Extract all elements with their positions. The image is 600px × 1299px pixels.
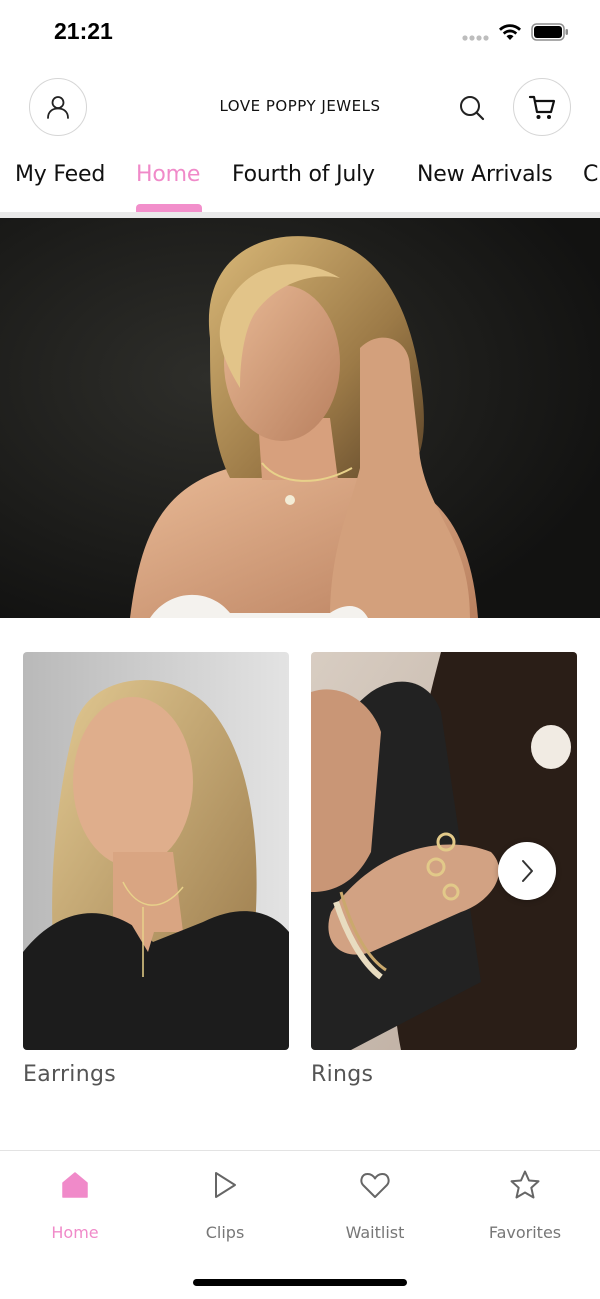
nav-label-home: Home <box>51 1223 99 1242</box>
bottom-navigation: Home Clips Waitlist Favorites <box>0 1150 600 1299</box>
category-tabs: My Feed Home Fourth of July New Arrivals… <box>0 158 600 214</box>
star-icon <box>510 1170 540 1199</box>
nav-label-waitlist: Waitlist <box>345 1223 405 1242</box>
status-bar: 21:21 <box>0 0 600 64</box>
category-card-earrings[interactable]: Earrings <box>23 652 289 1087</box>
earrings-photo <box>23 652 289 1050</box>
nav-label-favorites: Favorites <box>488 1223 562 1242</box>
cart-icon <box>528 95 556 119</box>
nav-home[interactable]: Home <box>0 1167 150 1242</box>
earrings-image <box>23 652 289 1050</box>
brand-title: LOVE POPPY JEWELS <box>219 97 381 115</box>
category-label-earrings: Earrings <box>23 1062 116 1087</box>
search-button[interactable] <box>456 92 488 124</box>
play-icon <box>215 1172 236 1198</box>
hero-image <box>0 218 600 618</box>
nav-clips[interactable]: Clips <box>150 1167 300 1242</box>
nav-waitlist[interactable]: Waitlist <box>300 1167 450 1242</box>
tab-home[interactable]: Home <box>136 162 200 187</box>
home-indicator <box>193 1279 407 1286</box>
signal-icon <box>462 35 489 41</box>
tab-my-feed[interactable]: My Feed <box>15 162 105 187</box>
tab-more[interactable]: C <box>583 162 598 187</box>
home-icon <box>62 1172 88 1198</box>
hero-banner[interactable] <box>0 218 600 618</box>
carousel-next-button[interactable] <box>498 842 556 900</box>
status-time: 21:21 <box>54 18 113 44</box>
wifi-icon <box>499 24 521 40</box>
nav-favorites[interactable]: Favorites <box>450 1167 600 1242</box>
cart-button[interactable] <box>513 78 571 136</box>
tab-new-arrivals[interactable]: New Arrivals <box>417 162 553 187</box>
search-icon <box>460 96 485 121</box>
app-screen: 21:21 LOVE POPPY JEWELS My Feed Home Fou… <box>0 0 600 1299</box>
active-tab-indicator <box>136 204 202 212</box>
app-header: LOVE POPPY JEWELS <box>0 78 600 138</box>
heart-icon <box>360 1173 390 1198</box>
battery-icon <box>531 23 568 41</box>
category-label-rings: Rings <box>311 1062 374 1087</box>
nav-label-clips: Clips <box>205 1223 245 1242</box>
chevron-right-icon <box>522 860 533 882</box>
tab-fourth-of-july[interactable]: Fourth of July <box>232 162 375 187</box>
